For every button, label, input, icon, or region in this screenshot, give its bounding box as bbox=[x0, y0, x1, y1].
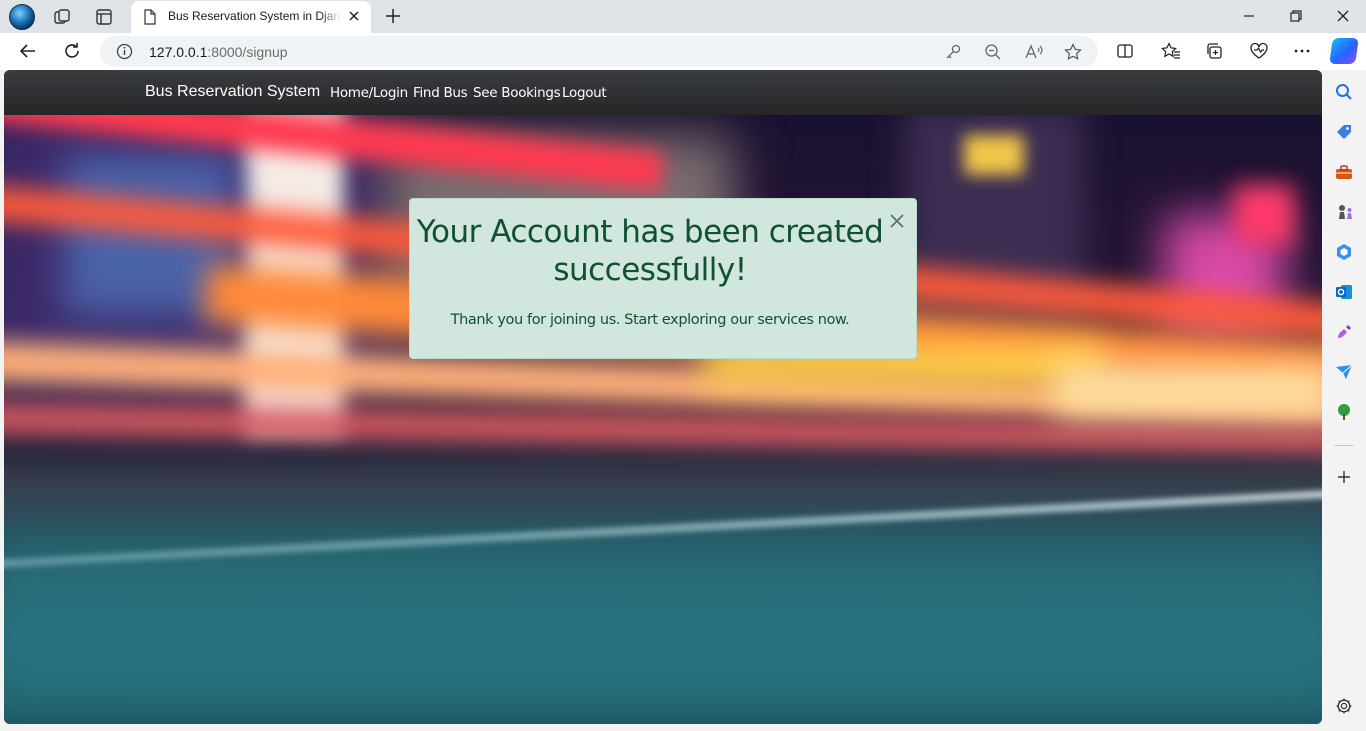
sidebar-divider bbox=[1334, 445, 1354, 446]
outlook-icon[interactable] bbox=[1335, 283, 1353, 301]
favorite-star-icon[interactable] bbox=[1064, 43, 1082, 61]
search-icon[interactable] bbox=[1335, 83, 1353, 101]
workspaces-icon[interactable] bbox=[52, 7, 72, 27]
profile-avatar[interactable] bbox=[9, 4, 35, 30]
send-icon[interactable] bbox=[1335, 363, 1353, 381]
tag-icon[interactable] bbox=[1335, 123, 1353, 141]
more-options-icon[interactable] bbox=[1293, 42, 1311, 60]
add-icon[interactable] bbox=[1335, 468, 1353, 486]
edge-sidebar bbox=[1322, 70, 1366, 731]
navbar-brand[interactable]: Bus Reservation System bbox=[145, 83, 320, 101]
refresh-icon[interactable] bbox=[62, 41, 82, 61]
tab-actions-icon[interactable] bbox=[94, 7, 114, 27]
site-navbar: Bus Reservation System Home/Login Find B… bbox=[4, 70, 1322, 115]
success-alert: Your Account has been created successful… bbox=[409, 198, 917, 359]
browser-essentials-icon[interactable] bbox=[1249, 42, 1269, 60]
collections-icon[interactable] bbox=[1205, 42, 1223, 60]
browser-toolbar: 127.0.0.1:8000/signup bbox=[0, 33, 1366, 70]
tab-title: Bus Reservation System in Django bbox=[168, 9, 341, 23]
key-icon[interactable] bbox=[944, 43, 962, 61]
alert-message: Thank you for joining us. Start explorin… bbox=[450, 312, 850, 328]
new-tab-icon[interactable] bbox=[384, 7, 402, 25]
read-aloud-icon[interactable] bbox=[1024, 43, 1044, 61]
copilot-hex-icon[interactable] bbox=[1335, 243, 1353, 261]
close-tab-icon[interactable] bbox=[347, 9, 361, 23]
back-icon[interactable] bbox=[18, 41, 38, 61]
address-bar[interactable]: 127.0.0.1:8000/signup bbox=[100, 36, 1098, 67]
tree-icon[interactable] bbox=[1335, 403, 1353, 421]
active-tab[interactable]: Bus Reservation System in Django bbox=[131, 1, 371, 33]
nav-link-home-login[interactable]: Home/Login bbox=[330, 85, 408, 101]
close-window-icon[interactable] bbox=[1336, 9, 1350, 23]
settings-icon[interactable] bbox=[1335, 697, 1353, 715]
browser-title-bar: Bus Reservation System in Django bbox=[0, 0, 1366, 33]
favorites-icon[interactable] bbox=[1161, 42, 1181, 60]
alert-heading: Your Account has been created successful… bbox=[416, 214, 884, 288]
site-info-icon[interactable] bbox=[116, 43, 133, 60]
nav-link-logout[interactable]: Logout bbox=[562, 85, 607, 101]
taskbar-edge bbox=[0, 724, 1366, 731]
minimize-icon[interactable] bbox=[1242, 9, 1256, 23]
designer-icon[interactable] bbox=[1335, 323, 1353, 341]
page-viewport: Bus Reservation System Home/Login Find B… bbox=[4, 70, 1322, 724]
nav-link-find-bus[interactable]: Find Bus bbox=[413, 85, 468, 101]
nav-link-see-bookings[interactable]: See Bookings bbox=[473, 85, 561, 101]
restore-icon[interactable] bbox=[1289, 9, 1303, 23]
close-alert-icon[interactable] bbox=[888, 212, 906, 230]
hero-background-image: Your Account has been created successful… bbox=[4, 115, 1322, 724]
copilot-icon[interactable] bbox=[1329, 38, 1359, 64]
toolbox-icon[interactable] bbox=[1335, 163, 1353, 181]
split-screen-icon[interactable] bbox=[1116, 42, 1134, 60]
url-text[interactable]: 127.0.0.1:8000/signup bbox=[149, 44, 288, 60]
chess-icon[interactable] bbox=[1335, 203, 1353, 221]
zoom-out-icon[interactable] bbox=[984, 43, 1002, 61]
page-icon bbox=[144, 9, 156, 25]
